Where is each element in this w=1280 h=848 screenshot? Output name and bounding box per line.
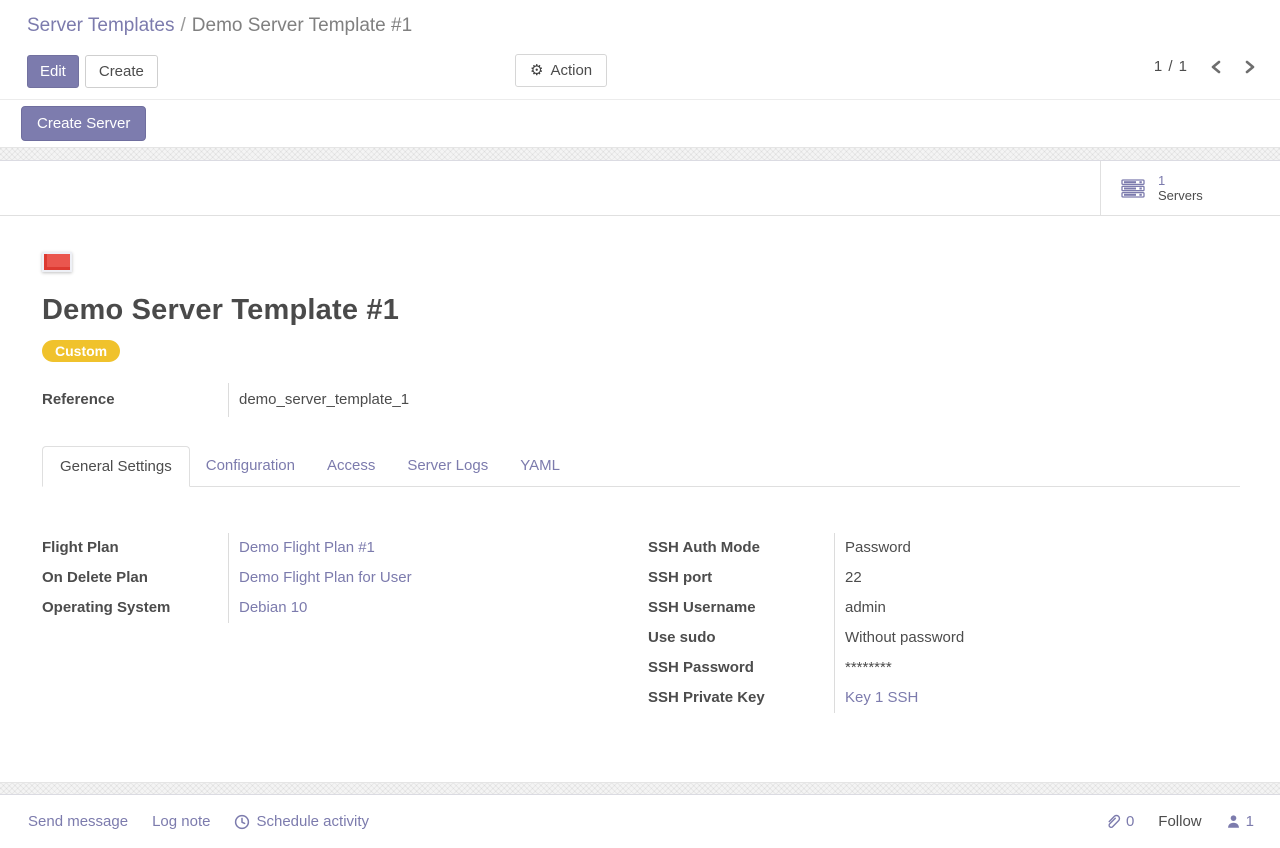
record-image-thumbnail[interactable]	[42, 252, 72, 272]
create-button[interactable]: Create	[85, 55, 158, 88]
pager: 1 / 1	[1154, 58, 1256, 75]
edit-button[interactable]: Edit	[27, 55, 79, 88]
attachments-count: 0	[1126, 813, 1134, 830]
background-divider-top	[0, 147, 1280, 161]
use-sudo-label: Use sudo	[648, 623, 834, 653]
on-delete-plan-field-row: On Delete Plan Demo Flight Plan for User	[42, 563, 634, 593]
flight-plan-field-row: Flight Plan Demo Flight Plan #1	[42, 533, 634, 563]
flight-plan-value-link[interactable]: Demo Flight Plan #1	[228, 533, 634, 563]
schedule-activity-label: Schedule activity	[256, 813, 369, 830]
pager-next-icon[interactable]	[1244, 60, 1256, 74]
use-sudo-value: Without password	[834, 623, 1240, 653]
breadcrumb-separator: /	[181, 15, 186, 36]
servers-label: Servers	[1158, 188, 1203, 203]
tab-general-settings[interactable]: General Settings	[42, 446, 190, 487]
reference-field-row: Reference demo_server_template_1	[42, 383, 1240, 417]
ssh-password-label: SSH Password	[648, 653, 834, 683]
ssh-username-value: admin	[834, 593, 1240, 623]
breadcrumb-current: Demo Server Template #1	[192, 15, 412, 36]
tab-configuration[interactable]: Configuration	[190, 446, 311, 487]
ssh-private-key-label: SSH Private Key	[648, 683, 834, 713]
ssh-port-value: 22	[834, 563, 1240, 593]
notebook-tabs: General Settings Configuration Access Se…	[42, 445, 1240, 487]
followers-count: 1	[1246, 813, 1254, 830]
record-action-bar: Create Server	[0, 100, 1280, 147]
paperclip-icon	[1105, 813, 1121, 830]
background-divider-bottom	[0, 782, 1280, 795]
ssh-port-field-row: SSH port 22	[648, 563, 1240, 593]
pager-previous-icon[interactable]	[1210, 60, 1222, 74]
fields-column-right: SSH Auth Mode Password SSH port 22 SSH U…	[648, 533, 1240, 713]
ssh-username-label: SSH Username	[648, 593, 834, 623]
operating-system-label: Operating System	[42, 593, 228, 623]
ssh-password-value: ********	[834, 653, 1240, 683]
action-dropdown-button[interactable]: ⚙ Action	[515, 54, 607, 87]
breadcrumb-parent-link[interactable]: Server Templates	[27, 15, 175, 36]
chatter-toolbar: Send message Log note Schedule activity …	[0, 795, 1280, 848]
followers-button[interactable]: 1	[1226, 813, 1254, 830]
custom-badge: Custom	[42, 340, 120, 362]
breadcrumb: Server Templates / Demo Server Template #1	[27, 13, 1256, 39]
reference-label: Reference	[42, 383, 228, 417]
button-box: 1 Servers	[0, 161, 1280, 216]
follow-button[interactable]: Follow	[1158, 813, 1201, 830]
ssh-private-key-value-link[interactable]: Key 1 SSH	[834, 683, 1240, 713]
sheet-body: Demo Server Template #1 Custom Reference…	[0, 216, 1280, 782]
schedule-activity-link[interactable]: Schedule activity	[234, 813, 369, 830]
send-message-link[interactable]: Send message	[28, 813, 128, 830]
operating-system-field-row: Operating System Debian 10	[42, 593, 634, 623]
chatter-right-tools: 0 Follow 1	[1105, 813, 1254, 830]
gear-icon: ⚙	[530, 63, 543, 78]
servers-icon	[1121, 179, 1146, 198]
control-panel-buttons: Edit Create	[27, 55, 1256, 88]
attachments-button[interactable]: 0	[1105, 813, 1134, 830]
ssh-auth-mode-field-row: SSH Auth Mode Password	[648, 533, 1240, 563]
log-note-label: Log note	[152, 813, 210, 830]
ssh-username-field-row: SSH Username admin	[648, 593, 1240, 623]
control-panel: Server Templates / Demo Server Template #1…	[0, 0, 1280, 100]
follower-person-icon	[1226, 814, 1241, 829]
on-delete-plan-label: On Delete Plan	[42, 563, 228, 593]
ssh-private-key-field-row: SSH Private Key Key 1 SSH	[648, 683, 1240, 713]
server-template-form-page: Server Templates / Demo Server Template #1…	[0, 0, 1280, 848]
record-title: Demo Server Template #1	[42, 294, 1240, 327]
ssh-auth-mode-value: Password	[834, 533, 1240, 563]
tab-access[interactable]: Access	[311, 446, 391, 487]
tab-server-logs[interactable]: Server Logs	[391, 446, 504, 487]
send-message-label: Send message	[28, 813, 128, 830]
ssh-password-field-row: SSH Password ********	[648, 653, 1240, 683]
flight-plan-label: Flight Plan	[42, 533, 228, 563]
action-button-label: Action	[550, 61, 592, 80]
tab-yaml[interactable]: YAML	[504, 446, 576, 487]
on-delete-plan-value-link[interactable]: Demo Flight Plan for User	[228, 563, 634, 593]
general-settings-fields: Flight Plan Demo Flight Plan #1 On Delet…	[42, 533, 1240, 713]
form-sheet: 1 Servers Demo Server Template #1 Custom…	[0, 161, 1280, 782]
pager-counter: 1 / 1	[1154, 58, 1188, 75]
clock-icon	[234, 814, 250, 830]
servers-stat-text: 1 Servers	[1158, 173, 1203, 203]
servers-count: 1	[1158, 173, 1203, 188]
create-server-button[interactable]: Create Server	[21, 106, 146, 141]
ssh-port-label: SSH port	[648, 563, 834, 593]
log-note-link[interactable]: Log note	[152, 813, 210, 830]
reference-value: demo_server_template_1	[228, 383, 1240, 417]
operating-system-value-link[interactable]: Debian 10	[228, 593, 634, 623]
servers-stat-button[interactable]: 1 Servers	[1100, 161, 1280, 215]
use-sudo-field-row: Use sudo Without password	[648, 623, 1240, 653]
fields-column-left: Flight Plan Demo Flight Plan #1 On Delet…	[42, 533, 634, 623]
ssh-auth-mode-label: SSH Auth Mode	[648, 533, 834, 563]
